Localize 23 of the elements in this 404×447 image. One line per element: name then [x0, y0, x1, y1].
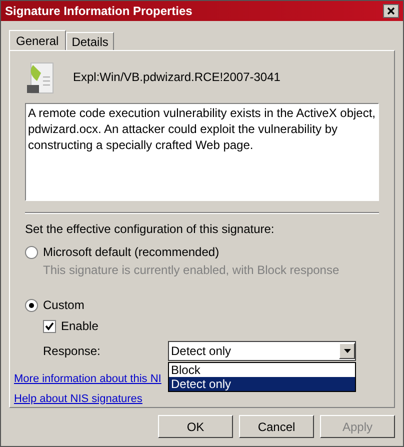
- response-dropdown[interactable]: Detect only: [168, 341, 356, 361]
- close-button[interactable]: [383, 4, 399, 18]
- radio-label: Custom: [43, 297, 84, 314]
- dropdown-option[interactable]: Detect only: [169, 377, 355, 391]
- tab[interactable]: Details: [66, 32, 114, 50]
- window-title: Signature Information Properties: [5, 3, 192, 20]
- signature-name: Expl:Win/VB.pdwizard.RCE!2007-3041: [73, 69, 280, 86]
- dialog-button[interactable]: Cancel: [239, 415, 314, 438]
- dialog-button[interactable]: OK: [158, 415, 233, 438]
- description-box: A remote code execution vulnerability exists in the ActiveX object, pdwizard.ocx. An attacker could exploit the vulnerability by constructing a specially crafted Web page.: [25, 103, 379, 201]
- radio-button[interactable]: [25, 298, 38, 312]
- help-link[interactable]: Help about NIS signatures: [14, 390, 142, 407]
- radio-label: Microsoft default (recommended): [43, 244, 220, 261]
- checkbox-label: Enable: [61, 318, 98, 335]
- close-icon: [387, 7, 395, 15]
- response-label: Response:: [43, 343, 102, 360]
- config-heading: Set the effective configuration of this signature:: [25, 221, 276, 238]
- dropdown-option[interactable]: Block: [169, 363, 355, 377]
- checkbox[interactable]: [43, 320, 56, 332]
- help-link[interactable]: More information about this NI: [14, 371, 162, 388]
- radio-button[interactable]: [25, 246, 38, 258]
- option-note: This signature is currently enabled, with Block response: [43, 262, 340, 279]
- tab[interactable]: General: [9, 30, 66, 51]
